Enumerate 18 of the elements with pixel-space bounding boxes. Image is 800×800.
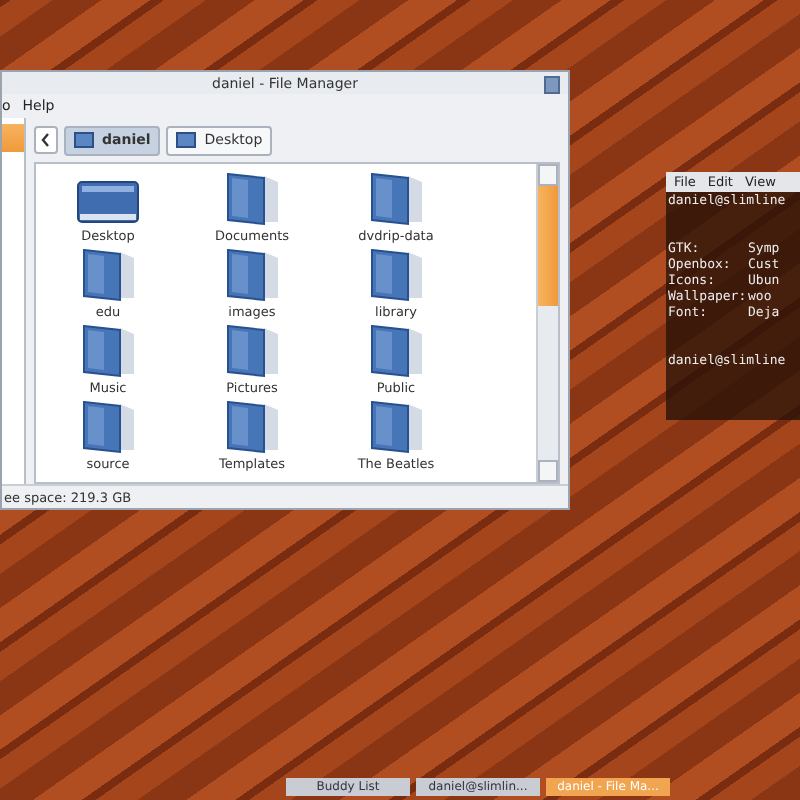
scrollbar[interactable]	[536, 164, 558, 482]
folder-icon[interactable]	[224, 398, 280, 454]
folder-icon[interactable]	[224, 170, 280, 226]
folder-icon[interactable]	[368, 246, 424, 302]
folder-icon[interactable]	[80, 246, 136, 302]
folder-icon[interactable]	[368, 398, 424, 454]
folder-icon	[176, 132, 197, 148]
back-button[interactable]	[34, 126, 58, 154]
scrollbar-thumb[interactable]	[538, 186, 558, 306]
folder-icon	[74, 132, 94, 148]
folder-icon[interactable]	[80, 398, 136, 454]
folder-icon[interactable]	[80, 322, 136, 378]
folder-icon[interactable]	[368, 170, 424, 226]
chevron-left-icon	[40, 132, 52, 148]
folder-icon[interactable]	[368, 322, 424, 378]
desktop-icon[interactable]	[76, 178, 140, 226]
folder-icon[interactable]	[224, 322, 280, 378]
folder-icon[interactable]	[224, 246, 280, 302]
